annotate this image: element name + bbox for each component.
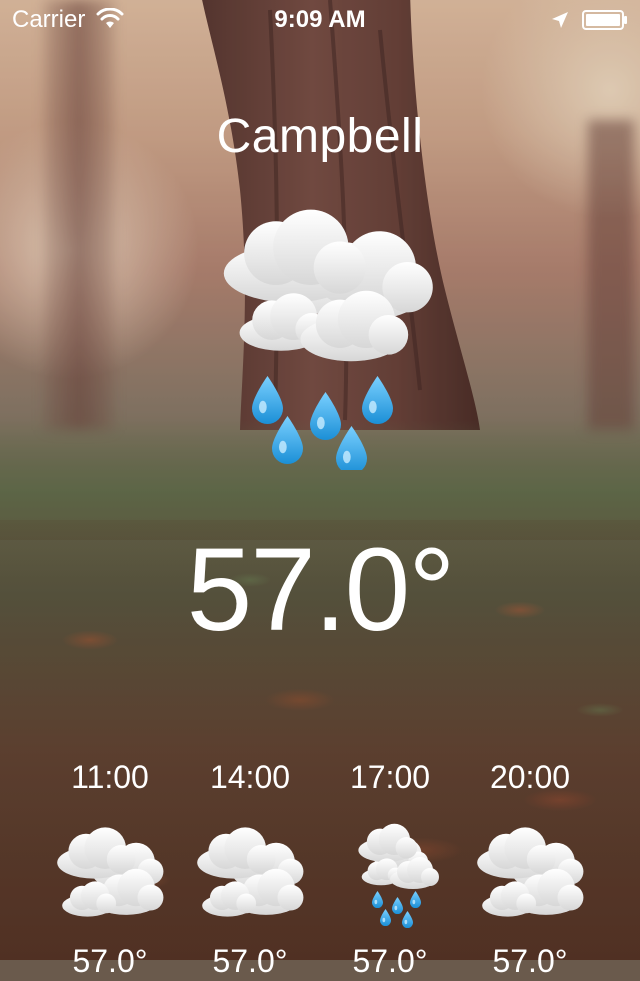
hourly-time: 14:00 [209, 759, 291, 795]
hourly-temp: 57.0° [212, 943, 288, 979]
hourly-item: 14:00 57.0° [180, 755, 320, 979]
battery-icon [582, 10, 627, 30]
hourly-temp: 57.0° [72, 943, 148, 979]
hourly-item: 20:00 57.0° [460, 755, 600, 979]
cloud-rain-icon [358, 823, 439, 929]
hourly-forecast: 11:00 57.0° 14:00 57.0° 17:00 57.0° 20:0… [0, 755, 640, 979]
hourly-time: 11:00 [71, 759, 149, 795]
status-time: 9:09 AM [274, 6, 366, 33]
cloud-rain-icon [223, 209, 433, 470]
cloudy-icon [477, 827, 584, 917]
hourly-time: 17:00 [349, 759, 431, 795]
hourly-temp: 57.0° [352, 943, 428, 979]
city-name: Campbell [216, 110, 424, 163]
current-temperature: 57.0° [186, 524, 456, 656]
cloudy-icon [197, 827, 304, 917]
location-arrow-icon [552, 12, 568, 28]
hourly-temp: 57.0° [492, 943, 568, 979]
cloudy-icon [57, 827, 164, 917]
hourly-item: 11:00 57.0° [40, 755, 180, 979]
hourly-time: 20:00 [489, 759, 571, 795]
hourly-item: 17:00 57.0° [320, 755, 460, 979]
status-bar: Carrier 9:09 AM [0, 0, 640, 40]
